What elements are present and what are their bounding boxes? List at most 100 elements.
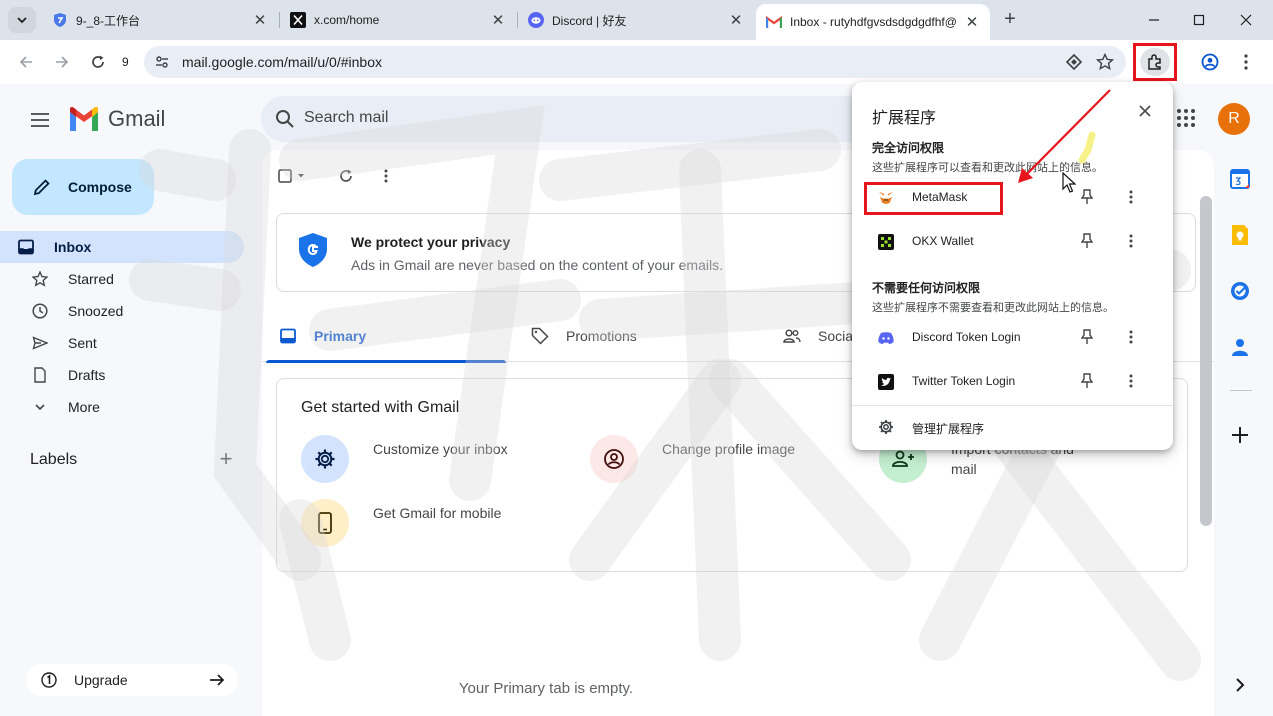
pin-icon[interactable] — [1078, 188, 1096, 206]
more-vert-icon[interactable] — [1122, 188, 1140, 206]
reload-button[interactable] — [88, 52, 108, 72]
clock-icon — [30, 301, 50, 321]
minimize-button[interactable] — [1144, 10, 1164, 30]
item-text: Change profile image — [662, 441, 796, 457]
maximize-button[interactable] — [1189, 10, 1209, 30]
change-profile-item[interactable]: Change profile image — [590, 435, 850, 495]
nav-inbox[interactable]: Inbox — [0, 231, 244, 263]
tab-label: Socia — [818, 328, 854, 344]
tab-close-icon[interactable]: ✕ — [728, 12, 744, 29]
profile-button[interactable] — [1200, 52, 1220, 72]
site-info-icon[interactable] — [152, 52, 172, 72]
tab-discord[interactable]: Discord | 好友 ✕ — [518, 4, 754, 36]
privacy-subtitle: Ads in Gmail are never based on the cont… — [351, 257, 723, 273]
compose-button[interactable]: Compose — [12, 159, 154, 215]
mouse-cursor-icon — [1062, 172, 1076, 193]
draft-icon — [30, 365, 50, 385]
nav-starred[interactable]: Starred — [16, 263, 244, 295]
shield-g-icon — [299, 233, 327, 267]
pin-icon[interactable] — [1078, 372, 1096, 390]
extensions-button[interactable] — [1133, 43, 1177, 81]
url-text[interactable]: mail.google.com/mail/u/0/#inbox — [182, 54, 382, 70]
account-avatar[interactable]: R — [1218, 103, 1250, 135]
extensions-menu: 扩展程序 完全访问权限 这些扩展程序可以查看和更改此网站上的信息。 MetaMa… — [852, 82, 1173, 450]
extension-row-okx[interactable]: OKX Wallet — [864, 222, 1162, 262]
select-all-checkbox[interactable] — [276, 166, 308, 186]
search-bar[interactable]: Search mail — [261, 96, 881, 142]
search-icon[interactable] — [273, 107, 297, 131]
inbox-icon — [16, 237, 36, 257]
upgrade-button[interactable]: Upgrade — [26, 664, 238, 696]
profile-icon — [590, 435, 638, 483]
new-tab-button[interactable]: + — [1000, 9, 1020, 30]
labels-heading: Labels — [30, 451, 78, 468]
forward-arrow-icon — [56, 56, 69, 68]
people-icon — [782, 326, 802, 346]
more-actions-button[interactable] — [376, 166, 396, 186]
close-icon[interactable] — [1136, 102, 1154, 120]
show-side-panel-icon[interactable] — [1227, 672, 1253, 698]
upgrade-icon — [40, 671, 58, 689]
google-apps-button[interactable] — [1176, 108, 1196, 128]
extension-row-twitter-token-login[interactable]: Twitter Token Login — [864, 362, 1162, 402]
forward-button[interactable] — [52, 52, 72, 72]
extension-name: OKX Wallet — [912, 234, 974, 248]
nav-sent[interactable]: Sent — [16, 327, 244, 359]
calendar-icon[interactable] — [1227, 166, 1253, 192]
tab-promotions[interactable]: Promotions — [530, 310, 637, 362]
lens-icon[interactable] — [1064, 52, 1084, 72]
tab-title: Discord | 好友 — [552, 13, 627, 28]
more-vert-icon[interactable] — [1122, 328, 1140, 346]
address-bar[interactable]: mail.google.com/mail/u/0/#inbox — [144, 46, 1126, 78]
tab-x-home[interactable]: x.com/home ✕ — [280, 4, 516, 36]
contacts-icon[interactable] — [1227, 334, 1253, 360]
bookmark-star-icon[interactable] — [1095, 52, 1115, 72]
tab-title: 9-_8-工作台 — [76, 13, 141, 28]
chrome-menu-button[interactable] — [1236, 52, 1256, 72]
tab-social[interactable]: Socia — [782, 310, 853, 362]
nav-label: Starred — [68, 271, 114, 287]
get-addons-icon[interactable] — [1227, 422, 1253, 448]
tab-primary[interactable]: Primary — [265, 310, 507, 363]
tab-gmail-inbox[interactable]: Inbox - rutyhdfgvsdsdgdgdfhf@ ✕ — [756, 4, 990, 40]
tab-close-icon[interactable]: ✕ — [252, 12, 268, 29]
more-vert-icon[interactable] — [1122, 232, 1140, 250]
pin-icon[interactable] — [1078, 328, 1096, 346]
arrow-right-icon — [208, 671, 226, 689]
no-access-heading: 不需要任何访问权限 — [872, 281, 981, 295]
main-menu-button[interactable] — [28, 108, 52, 132]
metamask-highlight-box — [864, 182, 1003, 215]
more-vert-icon[interactable] — [1122, 372, 1140, 390]
nav-drafts[interactable]: Drafts — [16, 359, 244, 391]
back-button[interactable] — [16, 52, 36, 72]
tab-label: Primary — [314, 328, 367, 344]
nav-snoozed[interactable]: Snoozed — [16, 295, 244, 327]
gmail-mobile-item[interactable]: Get Gmail for mobile — [301, 499, 561, 559]
chevron-down-icon — [30, 397, 50, 417]
twitter-icon — [878, 374, 894, 390]
refresh-button[interactable] — [336, 166, 356, 186]
search-input[interactable]: Search mail — [304, 109, 388, 127]
customize-inbox-item[interactable]: Customize your inbox — [301, 435, 561, 495]
tab-workbench[interactable]: 9-_8-工作台 ✕ — [42, 4, 278, 36]
gear-icon — [878, 419, 894, 435]
menu-divider — [852, 405, 1173, 406]
discord-icon — [878, 330, 894, 346]
nav-more[interactable]: More — [16, 391, 244, 423]
extension-row-discord-token-login[interactable]: Discord Token Login — [864, 318, 1162, 358]
pin-icon[interactable] — [1078, 232, 1096, 250]
tab-close-icon[interactable]: ✕ — [490, 12, 506, 29]
scrollbar[interactable] — [1200, 196, 1212, 526]
gmail-logo[interactable]: Gmail — [68, 106, 165, 132]
close-window-button[interactable] — [1236, 10, 1256, 30]
manage-extensions-item[interactable]: 管理扩展程序 — [864, 412, 1162, 442]
tab-close-icon[interactable]: ✕ — [964, 14, 980, 31]
inbox-tab-icon — [278, 326, 298, 346]
profile-icon — [1201, 53, 1219, 71]
refresh-icon — [340, 169, 352, 182]
tab-search-button[interactable] — [8, 7, 36, 33]
tasks-icon[interactable] — [1227, 278, 1253, 304]
nav-label: Snoozed — [68, 303, 124, 319]
keep-icon[interactable] — [1227, 222, 1253, 248]
add-label-button[interactable]: + — [216, 448, 236, 470]
